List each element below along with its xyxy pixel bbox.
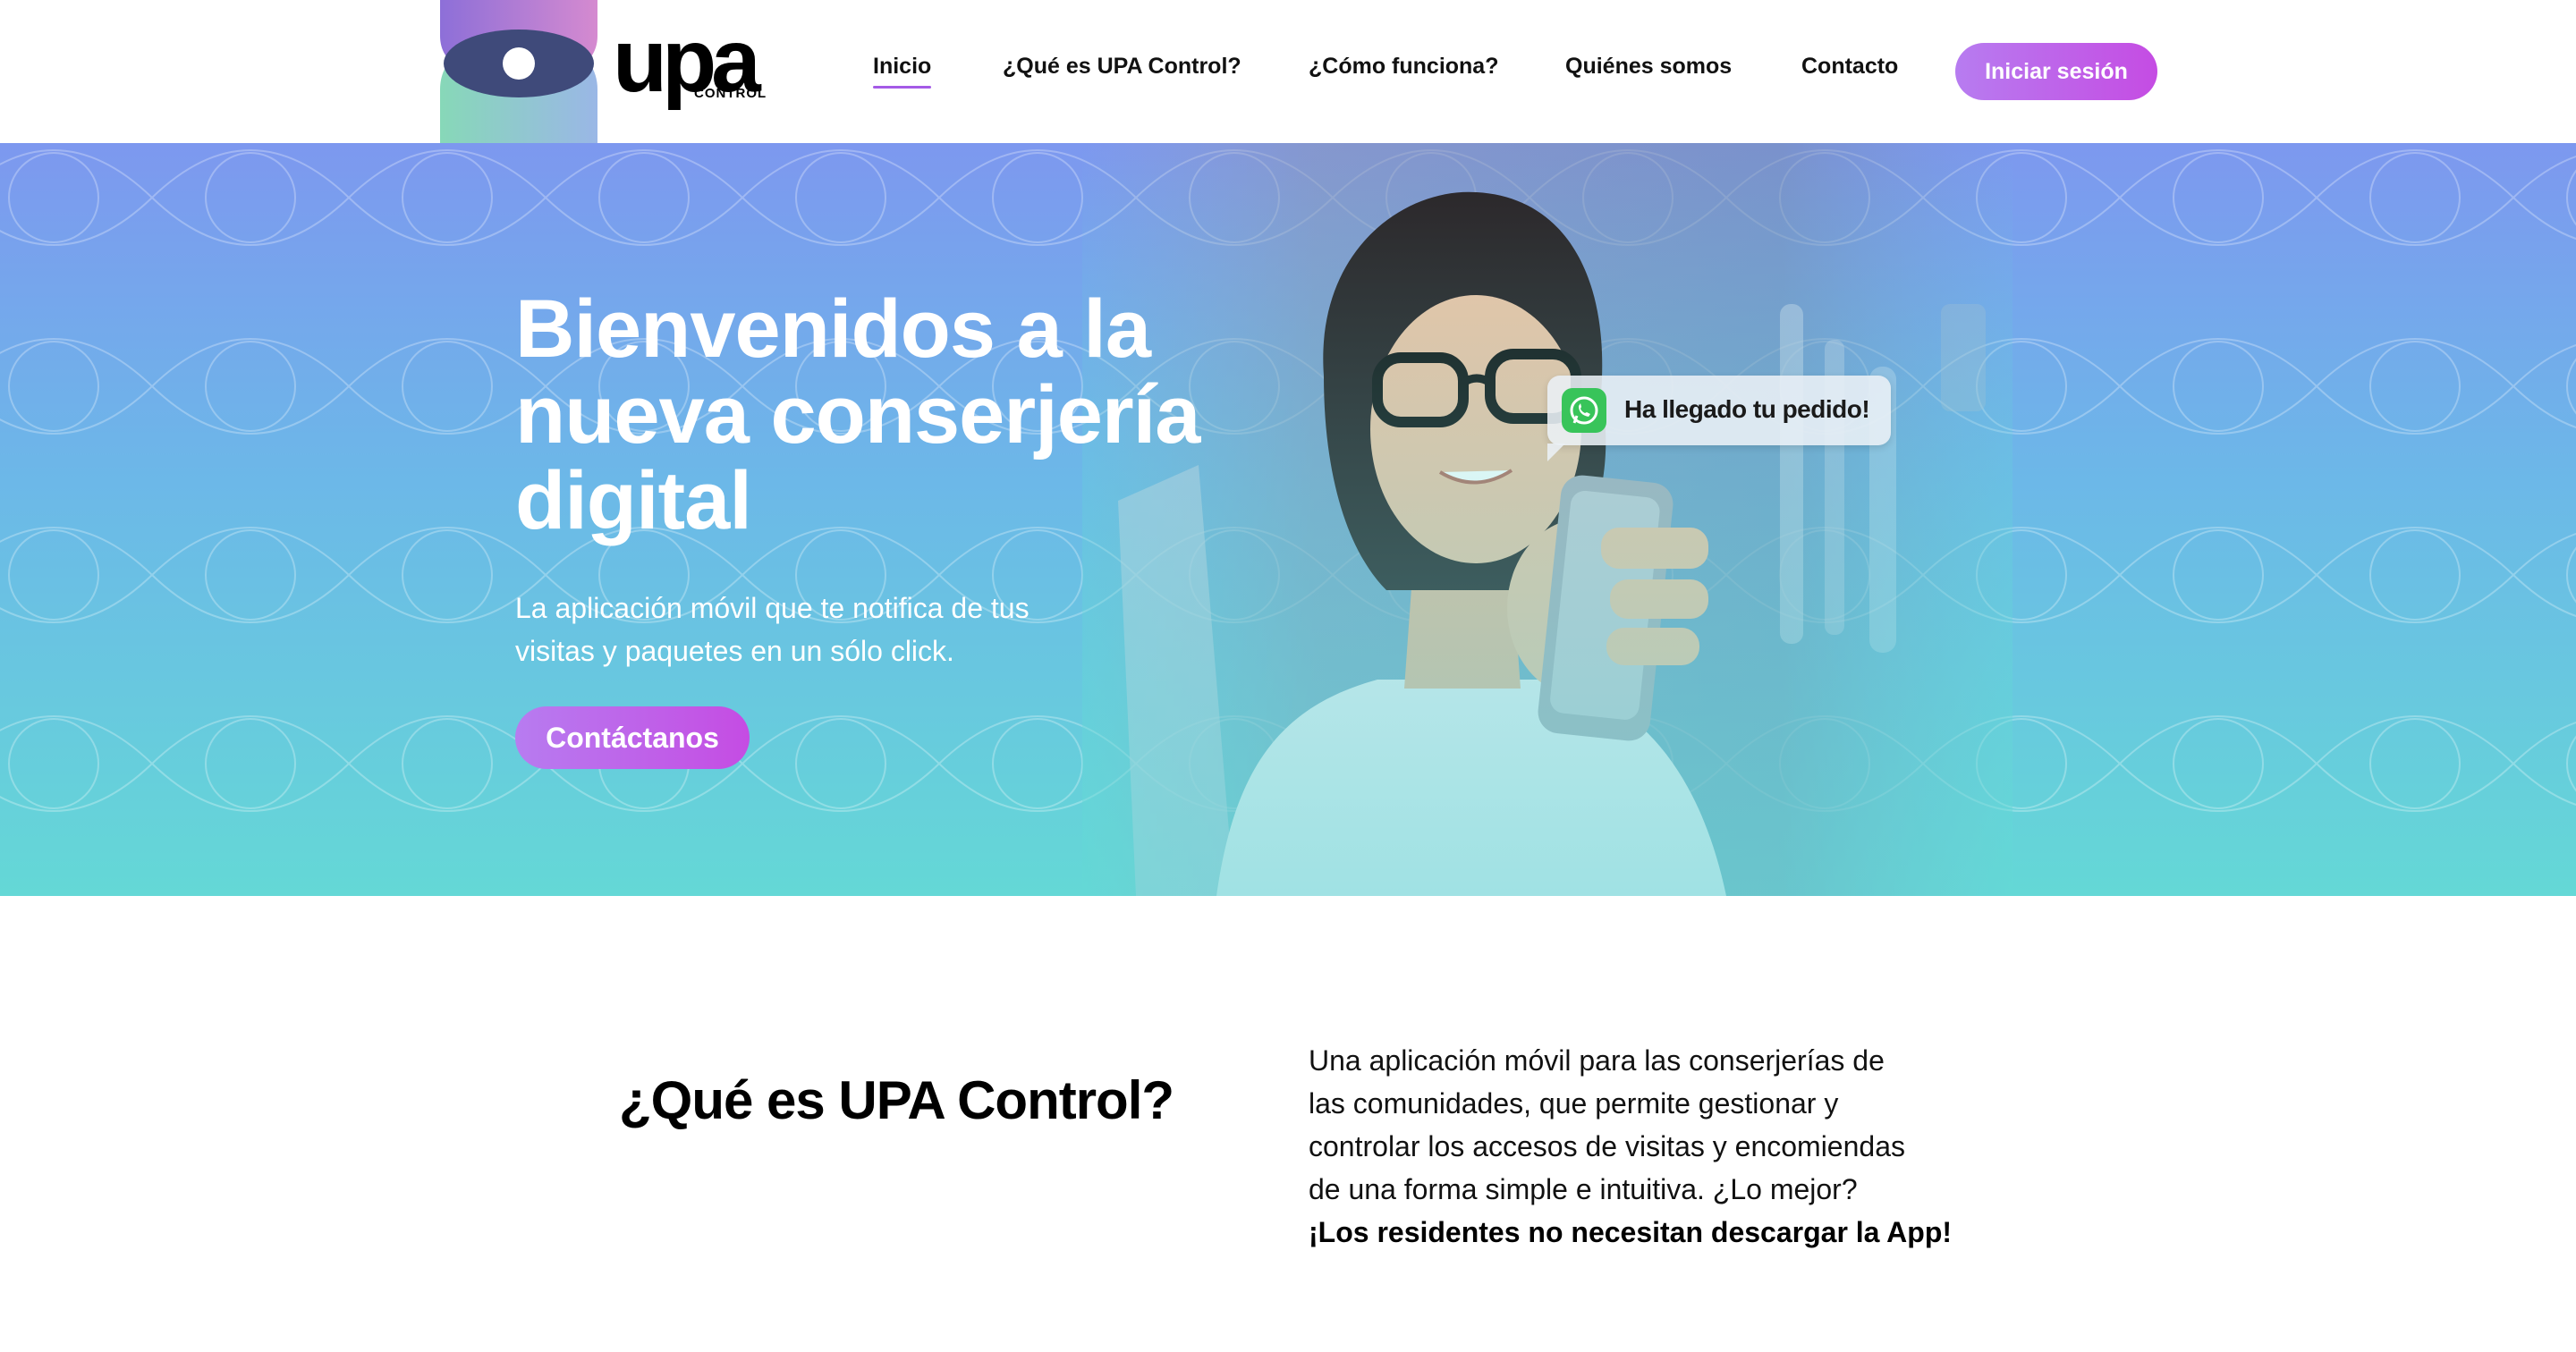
logo-subtitle: CONTROL [694,86,767,101]
notification-text: Ha llegado tu pedido! [1624,395,1870,423]
notification-bubble: Ha llegado tu pedido! [1547,376,1891,461]
whatsapp-icon [1562,388,1606,433]
login-button[interactable]: Iniciar sesión [1955,43,2157,100]
nav-inicio[interactable]: Inicio [873,54,932,89]
about-line: las comunidades, que permite gestionar y [1309,1087,1839,1120]
nav-que-es[interactable]: ¿Qué es UPA Control? [1003,54,1241,80]
hero-title: Bienvenidos a la nueva conserjería digit… [515,283,1200,546]
about-line: de una forma simple e intuitiva. ¿Lo mej… [1309,1173,1858,1205]
about-description: Una aplicación móvil para las conserjerí… [1309,1039,1988,1254]
about-highlight: ¡Los residentes no necesitan descargar l… [1309,1216,1953,1248]
about-title: ¿Qué es UPA Control? [619,1070,1174,1130]
upa-logo[interactable]: upa CONTROL [440,0,807,143]
about-line: controlar los accesos de visitas y encom… [1309,1130,1905,1162]
logo-mark-icon [440,0,597,143]
nav-como-funciona[interactable]: ¿Cómo funciona? [1309,54,1498,80]
contact-button[interactable]: Contáctanos [515,706,750,769]
hero-subtitle: La aplicación móvil que te notifica de t… [515,592,1030,667]
nav-quienes-somos[interactable]: Quiénes somos [1565,54,1732,80]
nav-contacto[interactable]: Contacto [1801,54,1898,80]
hero-section: Bienvenidos a la nueva conserjería digit… [0,143,2576,896]
site-header: upa CONTROL Inicio ¿Qué es UPA Control? … [0,0,2576,143]
about-line: Una aplicación móvil para las conserjerí… [1309,1044,1885,1077]
